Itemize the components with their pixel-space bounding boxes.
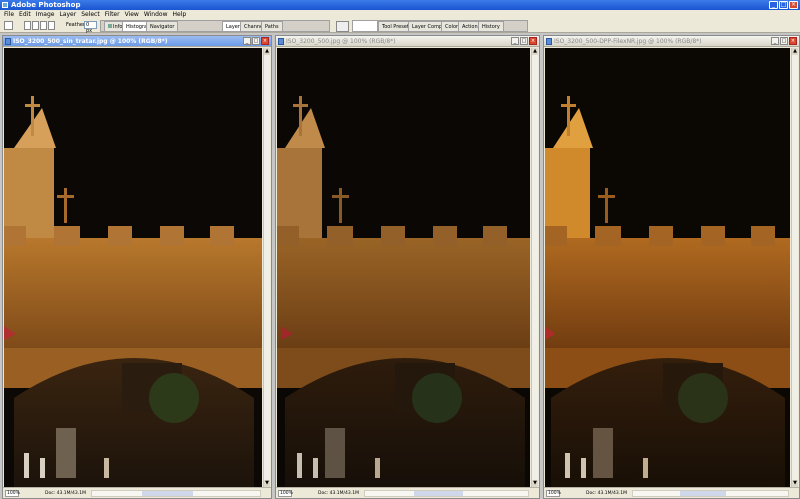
app-title: Adobe Photoshop — [11, 1, 81, 9]
tab-history[interactable]: History — [478, 21, 504, 31]
document-icon — [546, 38, 552, 45]
document-canvas[interactable] — [4, 48, 262, 487]
night-castle-photo — [4, 48, 262, 487]
doc-minimize-button[interactable]: _ — [511, 37, 519, 45]
document-canvas[interactable] — [545, 48, 790, 487]
doc-size-info[interactable]: Doc: 43.1M/43.1M — [318, 491, 359, 496]
document-status-bar: 100% Doc: 43.1M/43.1M — [276, 487, 539, 498]
document-title: ISO_3200_500.jpg @ 100% (RGB/8*) — [286, 38, 396, 45]
document-window-3[interactable]: ISO_3200_500-DPP-FilexNR.jpg @ 100% (RGB… — [543, 35, 800, 499]
scroll-up-icon[interactable]: ▲ — [264, 48, 270, 55]
zoom-field[interactable]: 100% — [546, 490, 561, 497]
menu-bar: File Edit Image Layer Select Filter View… — [0, 10, 800, 19]
horizontal-scrollbar[interactable] — [91, 490, 261, 497]
doc-close-button[interactable]: × — [789, 37, 797, 45]
doc-size-info[interactable]: Doc: 43.1M/43.1M — [45, 491, 86, 496]
subtract-selection-icon[interactable] — [40, 21, 47, 30]
doc-maximize-button[interactable]: □ — [780, 37, 788, 45]
menu-edit[interactable]: Edit — [19, 10, 31, 19]
menu-filter[interactable]: Filter — [105, 10, 120, 19]
doc-minimize-button[interactable]: _ — [771, 37, 779, 45]
document-title-bar[interactable]: ISO_3200_500-DPP-FilexNR.jpg @ 100% (RGB… — [544, 36, 799, 47]
menu-select[interactable]: Select — [81, 10, 100, 19]
doc-close-button[interactable]: × — [529, 37, 537, 45]
scroll-down-icon[interactable]: ▼ — [532, 480, 538, 487]
feather-input[interactable]: 0 px — [84, 21, 97, 34]
app-title-bar: Adobe Photoshop _ □ × — [0, 0, 800, 10]
scroll-down-icon[interactable]: ▼ — [792, 480, 798, 487]
document-title: ISO_3200_500_sin_tratar.jpg @ 100% (RGB/… — [13, 38, 168, 45]
document-icon — [278, 38, 284, 45]
minimize-button[interactable]: _ — [769, 1, 778, 9]
add-selection-icon[interactable] — [32, 21, 39, 30]
doc-maximize-button[interactable]: □ — [520, 37, 528, 45]
document-title: ISO_3200_500-DPP-FilexNR.jpg @ 100% (RGB… — [554, 38, 702, 45]
close-button[interactable]: × — [789, 1, 798, 9]
night-castle-photo — [277, 48, 530, 487]
doc-maximize-button[interactable]: □ — [252, 37, 260, 45]
scroll-up-icon[interactable]: ▲ — [792, 48, 798, 55]
menu-layer[interactable]: Layer — [59, 10, 76, 19]
tab-navigator[interactable]: Navigator — [146, 21, 179, 31]
night-castle-photo — [545, 48, 790, 487]
doc-close-button[interactable]: × — [261, 37, 269, 45]
photoshop-icon — [2, 2, 8, 8]
document-status-bar: 100% Doc: 43.1M/43.1M — [3, 487, 271, 498]
options-bar: Feather: 0 px Info Histogram Navigator L… — [0, 19, 800, 34]
menu-window[interactable]: Window — [144, 10, 168, 19]
maximize-button[interactable]: □ — [779, 1, 788, 9]
horizontal-scrollbar[interactable] — [364, 490, 529, 497]
vertical-scrollbar[interactable]: ▲ ▼ — [531, 48, 538, 487]
menu-help[interactable]: Help — [173, 10, 187, 19]
zoom-field[interactable]: 100% — [5, 490, 20, 497]
palette-preview — [352, 20, 378, 32]
tab-paths[interactable]: Paths — [261, 21, 283, 31]
document-status-bar: 100% Doc: 43.1M/43.1M — [544, 487, 799, 498]
document-canvas[interactable] — [277, 48, 530, 487]
scroll-down-icon[interactable]: ▼ — [264, 480, 270, 487]
menu-view[interactable]: View — [125, 10, 139, 19]
intersect-selection-icon[interactable] — [48, 21, 55, 30]
doc-minimize-button[interactable]: _ — [243, 37, 251, 45]
new-selection-icon[interactable] — [24, 21, 31, 30]
doc-size-info[interactable]: Doc: 43.1M/43.1M — [586, 491, 627, 496]
document-window-2[interactable]: ISO_3200_500.jpg @ 100% (RGB/8*) _ □ × ▲… — [275, 35, 540, 499]
vertical-scrollbar[interactable]: ▲ ▼ — [263, 48, 270, 487]
scroll-up-icon[interactable]: ▲ — [532, 48, 538, 55]
go-to-bridge-icon[interactable] — [336, 21, 349, 32]
document-window-1[interactable]: ISO_3200_500_sin_tratar.jpg @ 100% (RGB/… — [2, 35, 272, 499]
document-title-bar[interactable]: ISO_3200_500.jpg @ 100% (RGB/8*) _ □ × — [276, 36, 539, 47]
marquee-tool-icon[interactable] — [4, 21, 13, 30]
horizontal-scrollbar[interactable] — [632, 490, 789, 497]
menu-file[interactable]: File — [4, 10, 14, 19]
menu-image[interactable]: Image — [36, 10, 55, 19]
vertical-scrollbar[interactable]: ▲ ▼ — [791, 48, 798, 487]
document-title-bar[interactable]: ISO_3200_500_sin_tratar.jpg @ 100% (RGB/… — [3, 36, 271, 47]
zoom-field[interactable]: 100% — [278, 490, 293, 497]
document-icon — [5, 38, 11, 45]
